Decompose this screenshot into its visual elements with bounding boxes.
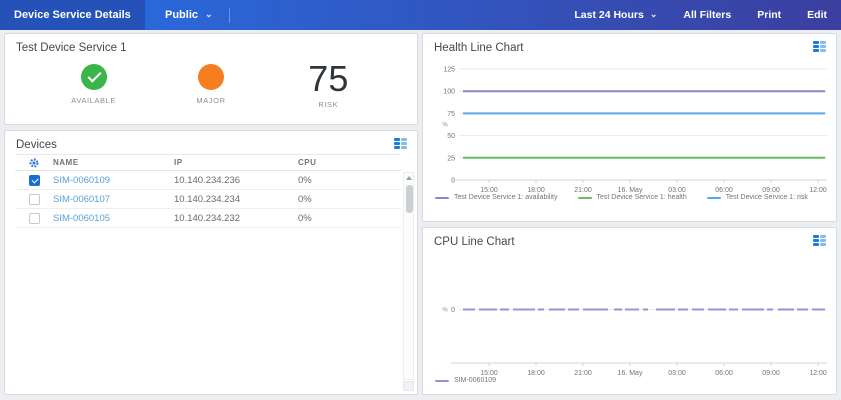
- x-tick-label: 21:00: [574, 187, 592, 194]
- time-range-dropdown[interactable]: Last 24 Hours ⌄: [574, 9, 657, 21]
- scrollbar-corner: [403, 381, 414, 391]
- cpu-chart-canvas: 0% 15:00 18:00 21:00 16. May 03:00 06:00 09:00 1…: [423, 228, 838, 396]
- risk-label: RISK: [318, 100, 338, 109]
- risk-value: 75: [308, 64, 348, 94]
- y-tick-label: 125: [443, 67, 455, 74]
- all-filters-button[interactable]: All Filters: [683, 9, 731, 21]
- x-tick-label: 15:00: [480, 370, 498, 377]
- y-tick-label: 0: [451, 307, 455, 314]
- risk-status: 75 RISK: [270, 64, 387, 109]
- device-cpu: 0%: [298, 213, 401, 224]
- print-button[interactable]: Print: [757, 9, 781, 21]
- availability-label: AVAILABLE: [71, 96, 116, 105]
- header-main: Public ⌄ Last 24 Hours ⌄ All Filters Pri…: [145, 0, 841, 30]
- legend-series-label: Test Device Service 1: availability: [454, 194, 558, 201]
- legend-series-label: Test Device Service 1: health: [597, 194, 687, 201]
- y-tick-label: 0: [451, 178, 455, 185]
- table-row[interactable]: SIM-0060105 10.140.234.232 0%: [15, 209, 401, 228]
- devices-panel-title: Devices: [16, 139, 57, 151]
- x-tick-label: 18:00: [527, 370, 545, 377]
- workspace-label: Public: [165, 9, 198, 21]
- x-tick-label: 21:00: [574, 370, 592, 377]
- x-tick-label: 06:00: [715, 187, 733, 194]
- y-tick-label: 100: [443, 89, 455, 96]
- service-status-panel: Test Device Service 1 AVAILABLE MAJOR 75…: [4, 33, 418, 125]
- health-status: MAJOR: [152, 64, 269, 109]
- panel-layout-grid-icon[interactable]: [394, 138, 409, 151]
- service-panel-title: Test Device Service 1: [16, 42, 127, 54]
- availability-status: AVAILABLE: [35, 64, 152, 109]
- x-tick-label: 18:00: [527, 187, 545, 194]
- column-header-cpu[interactable]: CPU: [298, 158, 401, 167]
- top-navigation-bar: Device Service Details Public ⌄ Last 24 …: [0, 0, 841, 30]
- y-tick-label: 50: [447, 133, 455, 140]
- x-tick-label: 15:00: [480, 187, 498, 194]
- cpu-line-chart-panel: CPU Line Chart 0%15:0018:0021:0016. May0…: [422, 227, 837, 395]
- header-actions: Last 24 Hours ⌄ All Filters Print Edit: [574, 9, 841, 21]
- table-row[interactable]: SIM-0060107 10.140.234.234 0%: [15, 190, 401, 209]
- device-cpu: 0%: [298, 175, 401, 186]
- device-checkbox[interactable]: [29, 175, 40, 186]
- header-divider: [229, 8, 230, 23]
- gear-icon: [29, 158, 39, 168]
- devices-table: NAME IP CPU SIM-0060109 10.140.234.236 0…: [15, 154, 401, 228]
- y-tick-label: 25: [447, 155, 455, 162]
- edit-button[interactable]: Edit: [807, 9, 827, 21]
- y-axis-unit-label: %: [442, 308, 448, 314]
- device-checkbox[interactable]: [29, 194, 40, 205]
- y-axis-unit-label: %: [442, 123, 448, 129]
- health-major-icon: [198, 64, 224, 90]
- x-tick-label: 16. May: [618, 370, 643, 377]
- health-chart-legend: Test Device Service 1: availability Test …: [435, 194, 808, 201]
- legend-series-dash: [435, 380, 449, 382]
- cpu-chart-legend: SIM-0060109: [435, 377, 496, 384]
- devices-panel: Devices NAME IP CPU SIM-0060109 10.140.2…: [4, 130, 418, 395]
- workspace-dropdown[interactable]: Public ⌄: [165, 9, 213, 21]
- x-tick-label: 12:00: [809, 370, 827, 377]
- device-cpu: 0%: [298, 194, 401, 205]
- column-header-name[interactable]: NAME: [53, 158, 174, 167]
- health-line-chart-panel: Health Line Chart 0255075100125%15:0018:…: [422, 33, 837, 222]
- x-tick-label: 03:00: [668, 370, 686, 377]
- legend-item[interactable]: SIM-0060109: [435, 377, 496, 384]
- table-row[interactable]: SIM-0060109 10.140.234.236 0%: [15, 171, 401, 190]
- column-header-ip[interactable]: IP: [174, 158, 298, 167]
- device-name-link[interactable]: SIM-0060105: [53, 213, 174, 224]
- x-tick-label: 06:00: [715, 370, 733, 377]
- device-ip: 10.140.234.234: [174, 194, 298, 205]
- health-label: MAJOR: [196, 96, 225, 105]
- devices-table-header: NAME IP CPU: [15, 154, 401, 171]
- legend-item[interactable]: Test Device Service 1: availability: [435, 194, 558, 201]
- x-tick-label: 09:00: [762, 187, 780, 194]
- device-ip: 10.140.234.232: [174, 213, 298, 224]
- legend-item[interactable]: Test Device Service 1: risk: [707, 194, 808, 201]
- status-row: AVAILABLE MAJOR 75 RISK: [35, 64, 387, 109]
- table-scrollbar[interactable]: [403, 172, 414, 380]
- x-tick-label: 16. May: [618, 187, 643, 194]
- settings-column[interactable]: [15, 158, 53, 168]
- page-title: Device Service Details: [0, 0, 145, 30]
- y-tick-label: 75: [447, 111, 455, 118]
- chevron-down-icon: ⌄: [205, 9, 213, 20]
- device-ip: 10.140.234.236: [174, 175, 298, 186]
- x-tick-label: 03:00: [668, 187, 686, 194]
- legend-series-dash: [578, 197, 592, 199]
- legend-series-dash: [435, 197, 449, 199]
- legend-series-label: SIM-0060109: [454, 377, 496, 384]
- legend-item[interactable]: Test Device Service 1: health: [578, 194, 687, 201]
- legend-series-dash: [707, 197, 721, 199]
- chevron-down-icon: ⌄: [650, 9, 658, 20]
- scrollbar-up-arrow-icon[interactable]: [406, 176, 412, 180]
- availability-ok-icon: [81, 64, 107, 90]
- time-range-label: Last 24 Hours: [574, 9, 643, 21]
- device-name-link[interactable]: SIM-0060107: [53, 194, 174, 205]
- legend-series-label: Test Device Service 1: risk: [726, 194, 808, 201]
- x-tick-label: 09:00: [762, 370, 780, 377]
- scrollbar-thumb[interactable]: [406, 185, 413, 213]
- device-name-link[interactable]: SIM-0060109: [53, 175, 174, 186]
- x-tick-label: 12:00: [809, 187, 827, 194]
- device-checkbox[interactable]: [29, 213, 40, 224]
